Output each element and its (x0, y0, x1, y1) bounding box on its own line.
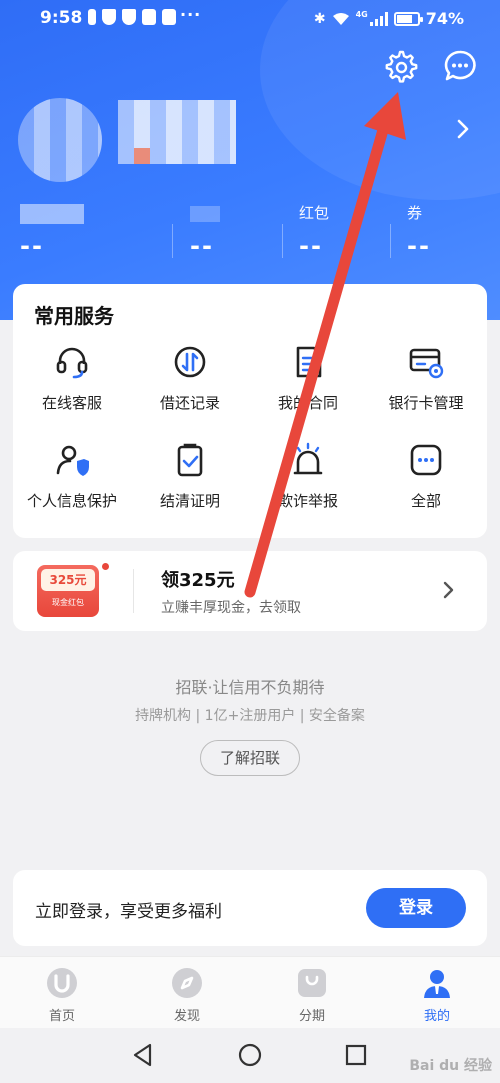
common-services-card: 常用服务 在线客服 借还记录 我的合同 银行卡管理 个人信息保护 结清证明 欺诈… (13, 284, 487, 538)
brand-credentials: 持牌机构 | 1亿+注册用户 | 安全备案 (135, 708, 365, 724)
battery-icon (393, 11, 423, 26)
app-notification-icon (142, 9, 156, 25)
u-logo-icon (47, 968, 77, 998)
network-type: 4G (355, 10, 368, 19)
bluetooth-icon: ✱ (313, 10, 326, 27)
stat-divider (282, 224, 283, 258)
stat-divider (390, 224, 391, 258)
status-more-dots: ··· (180, 5, 202, 24)
tab-label: 我的 (423, 1009, 450, 1024)
service-label: 在线客服 (41, 394, 102, 412)
bag-icon (298, 969, 326, 997)
notification-icon (88, 9, 96, 25)
transfer-circle-icon (174, 346, 206, 378)
promo-title: 领325元 (161, 570, 235, 591)
mail-notification-icon (162, 9, 176, 25)
profile-header: 9:58 ··· ✱ 4G 74% -- -- 红包 -- 券 -- (0, 0, 500, 320)
tab-label: 分期 (298, 1009, 325, 1024)
status-bar: 9:58 ··· ✱ 4G 74% (0, 0, 500, 38)
tab-label: 发现 (173, 1009, 200, 1024)
status-right: ✱ 4G 74% (314, 9, 464, 28)
tab-installment[interactable]: 分期 (272, 967, 352, 1024)
account-stats: -- -- 红包 -- 券 -- (0, 202, 500, 260)
stat-label: 券 (407, 204, 423, 222)
gear-icon[interactable] (382, 48, 418, 84)
more-dots-icon (410, 444, 442, 476)
envelope-amount: 325元 (41, 569, 95, 591)
home-icon[interactable] (237, 1042, 263, 1068)
stat-label (190, 202, 214, 224)
person-icon (424, 970, 450, 998)
envelope-label: 现金红包 (52, 598, 84, 607)
service-label: 全部 (410, 492, 441, 510)
service-label: 结清证明 (159, 492, 220, 510)
battery-percent: 74% (425, 9, 464, 28)
headset-icon (56, 347, 88, 379)
service-repayment-records[interactable]: 借还记录 (131, 344, 249, 413)
status-time: 9:58 (40, 8, 83, 28)
stat-label: 红包 (299, 204, 330, 222)
stat-value: -- (190, 232, 214, 260)
tab-home[interactable]: 首页 (22, 967, 102, 1024)
tab-mine[interactable]: 我的 (397, 967, 477, 1024)
chat-bubble-icon[interactable] (442, 48, 478, 84)
stat-value: -- (299, 232, 323, 260)
back-icon[interactable] (130, 1042, 156, 1068)
tab-discover[interactable]: 发现 (147, 967, 227, 1024)
service-label: 借还记录 (159, 394, 220, 412)
service-my-contracts[interactable]: 我的合同 (249, 344, 367, 413)
shield-notification-icon (102, 9, 116, 25)
service-label: 我的合同 (277, 394, 338, 412)
system-nav-bar: Bai du 经验 (0, 1028, 500, 1083)
bank-card-gear-icon (409, 348, 444, 379)
stat-divider (172, 224, 173, 258)
service-label: 银行卡管理 (388, 394, 464, 412)
service-privacy-protection[interactable]: 个人信息保护 (13, 442, 131, 511)
promo-subtitle: 立赚丰厚现金，去领取 (161, 600, 301, 616)
masked-name-accent (134, 148, 150, 164)
clipboard-check-icon (177, 443, 203, 477)
service-settlement-certificate[interactable]: 结清证明 (131, 442, 249, 511)
service-all[interactable]: 全部 (367, 442, 485, 511)
stat-label (20, 202, 44, 224)
stat-red-packet[interactable]: 红包 -- (299, 202, 329, 260)
service-label: 欺诈举报 (277, 492, 338, 510)
brand-slogan: 招联·让信用不负期待 (175, 678, 325, 697)
notification-icons (88, 9, 176, 25)
document-icon (296, 346, 322, 378)
chevron-right-icon[interactable] (452, 116, 474, 142)
service-label: 个人信息保护 (26, 492, 117, 510)
service-online-support[interactable]: 在线客服 (13, 344, 131, 413)
section-title: 常用服务 (34, 304, 114, 328)
login-prompt-text: 立即登录，享受更多福利 (35, 902, 222, 922)
cash-promo-banner[interactable]: 325元 现金红包 领325元 立赚丰厚现金，去领取 (13, 551, 487, 631)
wifi-icon (332, 12, 349, 25)
learn-more-button[interactable]: 了解招联 (200, 740, 300, 776)
stat-value: -- (20, 232, 44, 260)
signal-icon (369, 11, 388, 26)
stat-1[interactable]: -- (20, 202, 44, 260)
chevron-right-icon[interactable] (441, 579, 457, 601)
service-fraud-report[interactable]: 欺诈举报 (249, 442, 367, 511)
service-bank-card-management[interactable]: 银行卡管理 (367, 344, 485, 413)
recents-icon[interactable] (343, 1042, 369, 1068)
user-shield-icon (56, 445, 89, 476)
alarm-icon (293, 442, 323, 475)
red-envelope-icon: 325元 现金红包 (37, 565, 99, 617)
shield-check-icon (122, 9, 136, 25)
compass-icon (172, 968, 202, 998)
stat-coupon[interactable]: 券 -- (407, 202, 431, 260)
login-button[interactable]: 登录 (366, 888, 466, 928)
stat-2[interactable]: -- (190, 202, 214, 260)
watermark: Bai du 经验 (409, 1058, 492, 1074)
tab-label: 首页 (48, 1009, 75, 1024)
avatar[interactable] (18, 98, 102, 182)
notification-dot (102, 563, 109, 570)
divider (133, 569, 134, 613)
bottom-tab-bar: 首页 发现 分期 我的 (0, 956, 500, 1028)
login-prompt-bar: 立即登录，享受更多福利 登录 (13, 870, 487, 946)
stat-value: -- (407, 232, 431, 260)
